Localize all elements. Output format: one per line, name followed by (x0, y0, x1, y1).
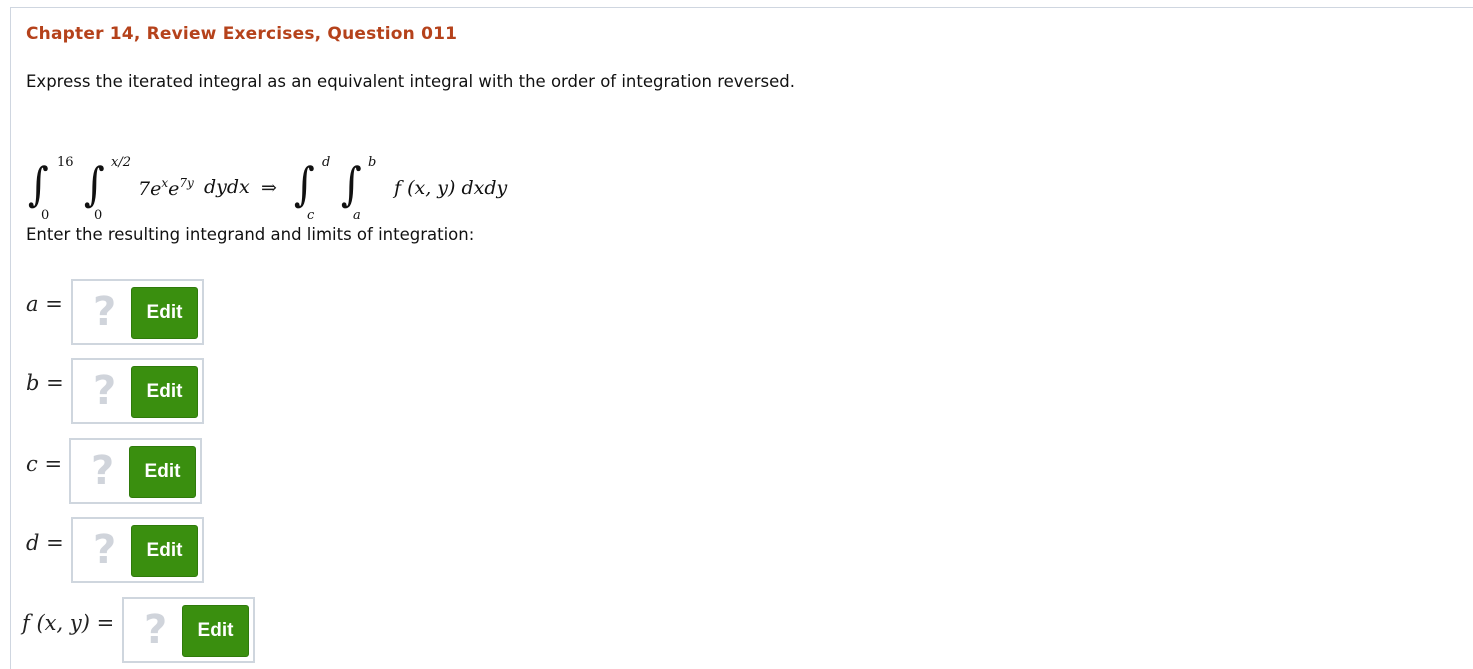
iterated-integral-equation: ∫ 16 0 ∫ x/2 0 7exe7y dydx ⇒ ∫ d c ∫ b a… (20, 150, 540, 228)
edit-button-a[interactable]: Edit (131, 287, 198, 339)
inner-lower-limit: 0 (94, 208, 103, 223)
outer-upper-limit: 16 (57, 155, 74, 170)
integrand-base-2: e (168, 178, 180, 200)
answer-label-c: c = (26, 452, 63, 476)
integral-sign: ∫ (84, 158, 105, 212)
differentials-left: dydx (204, 176, 250, 198)
integral-sign: ∫ (341, 158, 362, 212)
reversed-outer-upper-limit: d (322, 155, 331, 170)
answer-label-a: a = (26, 292, 63, 316)
edit-button-c[interactable]: Edit (129, 446, 196, 498)
enter-instructions: Enter the resulting integrand and limits… (26, 225, 475, 244)
edit-button-d[interactable]: Edit (131, 525, 198, 577)
integrand: 7exe7y (138, 176, 194, 200)
inner-upper-limit: x/2 (111, 155, 131, 170)
outer-lower-limit: 0 (41, 208, 50, 223)
content-frame (10, 7, 1473, 669)
placeholder-question-icon: ? (93, 289, 117, 335)
answer-box-f: ? Edit (122, 597, 255, 663)
integral-sign: ∫ (28, 158, 49, 212)
integrand-exponent-2: 7y (179, 176, 194, 190)
answer-box-a: ? Edit (71, 279, 204, 345)
answer-box-d: ? Edit (71, 517, 204, 583)
edit-button-f[interactable]: Edit (182, 605, 249, 657)
edit-button-b[interactable]: Edit (131, 366, 198, 418)
answer-box-c: ? Edit (69, 438, 202, 504)
reversed-inner-lower-limit: a (353, 208, 361, 223)
question-prompt: Express the iterated integral as an equi… (26, 72, 795, 91)
question-title: Chapter 14, Review Exercises, Question 0… (26, 24, 458, 44)
answer-label-f: f (x, y) = (22, 611, 115, 635)
placeholder-question-icon: ? (93, 368, 117, 414)
reversed-inner-upper-limit: b (368, 155, 377, 170)
placeholder-question-icon: ? (144, 607, 168, 653)
placeholder-question-icon: ? (91, 448, 115, 494)
answer-label-d: d = (26, 531, 64, 555)
implies-arrow: ⇒ (261, 177, 277, 199)
integral-sign: ∫ (294, 158, 315, 212)
answer-label-b: b = (26, 371, 64, 395)
reversed-integrand: f (x, y) dxdy (394, 177, 508, 199)
reversed-outer-lower-limit: c (307, 208, 315, 223)
answer-box-b: ? Edit (71, 358, 204, 424)
placeholder-question-icon: ? (93, 527, 117, 573)
integrand-coefficient: 7e (138, 178, 162, 200)
